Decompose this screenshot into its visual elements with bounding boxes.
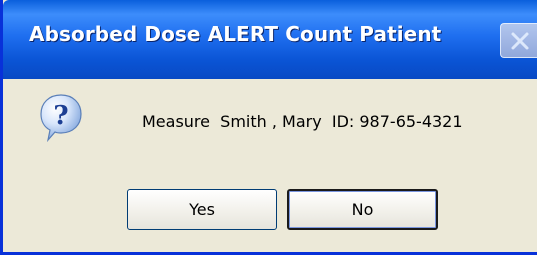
close-icon (511, 32, 529, 50)
dialog-body: ? Measure Smith , Mary ID: 987-65-4321 Y… (3, 79, 537, 255)
no-button[interactable]: No (287, 189, 438, 230)
close-button[interactable] (500, 23, 537, 58)
alert-dialog: Absorbed Dose ALERT Count Patient ? Meas… (0, 0, 537, 255)
svg-text:?: ? (53, 101, 68, 131)
yes-button[interactable]: Yes (127, 189, 277, 230)
question-icon: ? (40, 94, 82, 143)
dialog-message: Measure Smith , Mary ID: 987-65-4321 (142, 112, 463, 131)
yes-button-label: Yes (189, 200, 215, 219)
no-button-label: No (351, 200, 374, 219)
title-bar[interactable]: Absorbed Dose ALERT Count Patient (3, 0, 537, 79)
window-title: Absorbed Dose ALERT Count Patient (29, 22, 442, 46)
